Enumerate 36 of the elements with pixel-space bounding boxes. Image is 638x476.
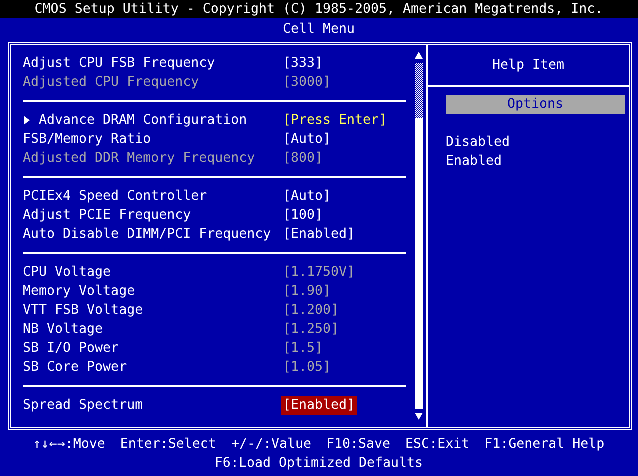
key-hint: F1:General Help [484, 436, 605, 454]
setting-label: Memory Voltage [23, 283, 136, 301]
key-hint: ↑↓←→:Move [33, 436, 106, 454]
key-hint: F10:Save [326, 436, 391, 454]
window-title: CMOS Setup Utility - Copyright (C) 1985-2005, American Megatrends, Inc. [34, 0, 604, 18]
setting-label: PCIEx4 Speed Controller [23, 188, 208, 206]
setting-label: Adjusted DDR Memory Frequency [23, 150, 256, 168]
setting-label: VTT FSB Voltage [23, 302, 144, 320]
setting-value[interactable]: [Enabled] [281, 396, 358, 415]
option-text: Disabled [446, 134, 510, 152]
setting-value[interactable]: [333] [281, 54, 326, 73]
setting-label: SB Core Power [23, 359, 128, 377]
setting-label: Adjust CPU FSB Frequency [23, 55, 216, 73]
setting-label: NB Voltage [23, 321, 104, 339]
menu-title: Cell Menu [282, 20, 356, 38]
help-title: Help Item [492, 56, 565, 74]
setting-label: FSB/Memory Ratio [23, 131, 152, 149]
setting-value[interactable]: [100] [281, 206, 326, 225]
option-text: Enabled [446, 153, 502, 171]
key-hint: +/-/:Value [231, 436, 312, 454]
setting-label: Advance DRAM Configuration [39, 112, 248, 130]
setting-label: Adjust PCIE Frequency [23, 207, 192, 225]
setting-label: Spread Spectrum [23, 397, 144, 415]
options-heading: Options [446, 95, 625, 114]
setting-value[interactable]: [Auto] [281, 130, 334, 149]
key-hint: ESC:Exit [406, 436, 470, 454]
setting-value[interactable]: [Press Enter] [281, 111, 390, 130]
setting-label: CPU Voltage [23, 264, 112, 282]
setting-value[interactable]: [Auto] [281, 187, 334, 206]
setting-label: SB I/O Power [23, 340, 120, 358]
setting-label: Auto Disable DIMM/PCI Frequency [23, 226, 272, 244]
setting-label: Adjusted CPU Frequency [23, 74, 200, 92]
setting-value[interactable]: [Enabled] [281, 225, 358, 244]
scroll-bar[interactable] [414, 51, 423, 421]
key-hint: Enter:Select [120, 436, 216, 454]
key-hint: F6:Load Optimized Defaults [214, 455, 424, 473]
